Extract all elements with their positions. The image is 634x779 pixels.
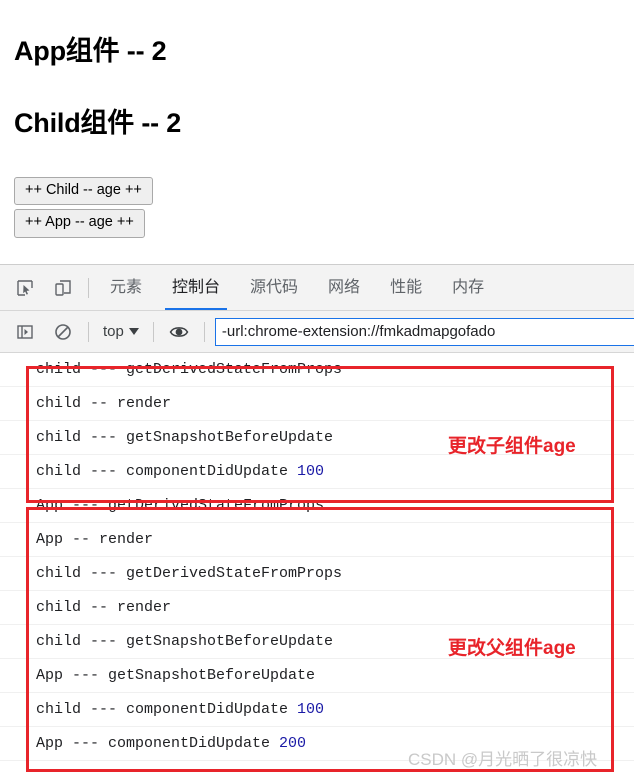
- page-title-app: App组件 -- 2: [14, 36, 167, 66]
- console-message-row: App --- getDerivedStateFromProps: [0, 489, 634, 523]
- console-filter-bar: top: [0, 311, 634, 353]
- tab-network[interactable]: 网络: [313, 265, 375, 310]
- console-message-text: App --- componentDidUpdate: [36, 735, 280, 752]
- console-message-text: child --- getSnapshotBeforeUpdate: [36, 429, 334, 446]
- devtools-panel: 元素 控制台 源代码 网络 性能 内存 top -url:chrome-exte…: [0, 264, 634, 779]
- tab-console[interactable]: 控制台: [157, 265, 235, 310]
- console-message-list[interactable]: child --- getDerivedStateFromProps child …: [0, 353, 634, 778]
- console-message-text: App --- getSnapshotBeforeUpdate: [36, 667, 316, 684]
- console-message-row: child --- getDerivedStateFromProps: [0, 557, 634, 591]
- console-message-text: child --- getDerivedStateFromProps: [36, 361, 343, 378]
- filterbar-divider-3: [203, 321, 205, 342]
- increment-child-age-button[interactable]: ++ Child -- age ++: [14, 177, 153, 206]
- device-toolbar-icon[interactable]: [44, 269, 82, 307]
- chevron-down-icon: [128, 328, 139, 335]
- console-message-row: child --- componentDidUpdate 100: [0, 693, 634, 727]
- execution-context-selector[interactable]: top: [95, 323, 147, 340]
- execution-context-label: top: [103, 323, 124, 340]
- console-message-number: 100: [297, 701, 325, 718]
- console-message-text: child --- getSnapshotBeforeUpdate: [36, 633, 334, 650]
- console-sidebar-icon[interactable]: [6, 313, 44, 351]
- console-message-row: child -- render: [0, 591, 634, 625]
- tab-elements[interactable]: 元素: [95, 265, 157, 310]
- rendered-page-area: App组件 -- 2 Child组件 -- 2 ++ Child -- age …: [0, 0, 634, 264]
- watermark: CSDN @月光晒了很凉快: [408, 750, 598, 769]
- inspect-element-icon[interactable]: [6, 269, 44, 307]
- console-message-text: child -- render: [36, 599, 172, 616]
- filterbar-divider-2: [152, 321, 154, 342]
- devtools-tabstrip: 元素 控制台 源代码 网络 性能 内存: [0, 265, 634, 311]
- toolbar-divider: [88, 277, 89, 298]
- console-message-row: child --- getDerivedStateFromProps: [0, 353, 634, 387]
- console-message-row: App --- getSnapshotBeforeUpdate: [0, 659, 634, 693]
- console-filter-input[interactable]: [214, 317, 634, 346]
- clear-console-icon[interactable]: [44, 313, 82, 351]
- page-button-group: ++ Child -- age ++ ++ App -- age ++: [14, 177, 634, 238]
- console-message-number: 200: [279, 735, 307, 752]
- console-message-row: child -- render: [0, 387, 634, 421]
- annotation-label-child-update: 更改子组件age: [448, 436, 576, 457]
- console-message-text: child --- componentDidUpdate: [36, 701, 298, 718]
- console-message-number: 100: [297, 463, 325, 480]
- console-message-row: App -- render: [0, 523, 634, 557]
- console-message-text: App --- getDerivedStateFromProps: [36, 497, 325, 514]
- console-message-text: child --- getDerivedStateFromProps: [36, 565, 343, 582]
- console-message-text: child --- componentDidUpdate: [36, 463, 298, 480]
- filterbar-divider-1: [88, 321, 89, 342]
- console-message-text: App -- render: [36, 531, 154, 548]
- console-message-text: child -- render: [36, 395, 172, 412]
- annotation-label-parent-update: 更改父组件age: [448, 638, 576, 659]
- console-message-row: child --- componentDidUpdate 100: [0, 455, 634, 489]
- increment-app-age-button[interactable]: ++ App -- age ++: [14, 209, 145, 238]
- tab-performance[interactable]: 性能: [375, 265, 437, 310]
- live-expression-icon[interactable]: [160, 313, 198, 351]
- page-title-child: Child组件 -- 2: [14, 108, 182, 139]
- tab-memory[interactable]: 内存: [437, 265, 499, 310]
- tab-sources[interactable]: 源代码: [235, 265, 313, 310]
